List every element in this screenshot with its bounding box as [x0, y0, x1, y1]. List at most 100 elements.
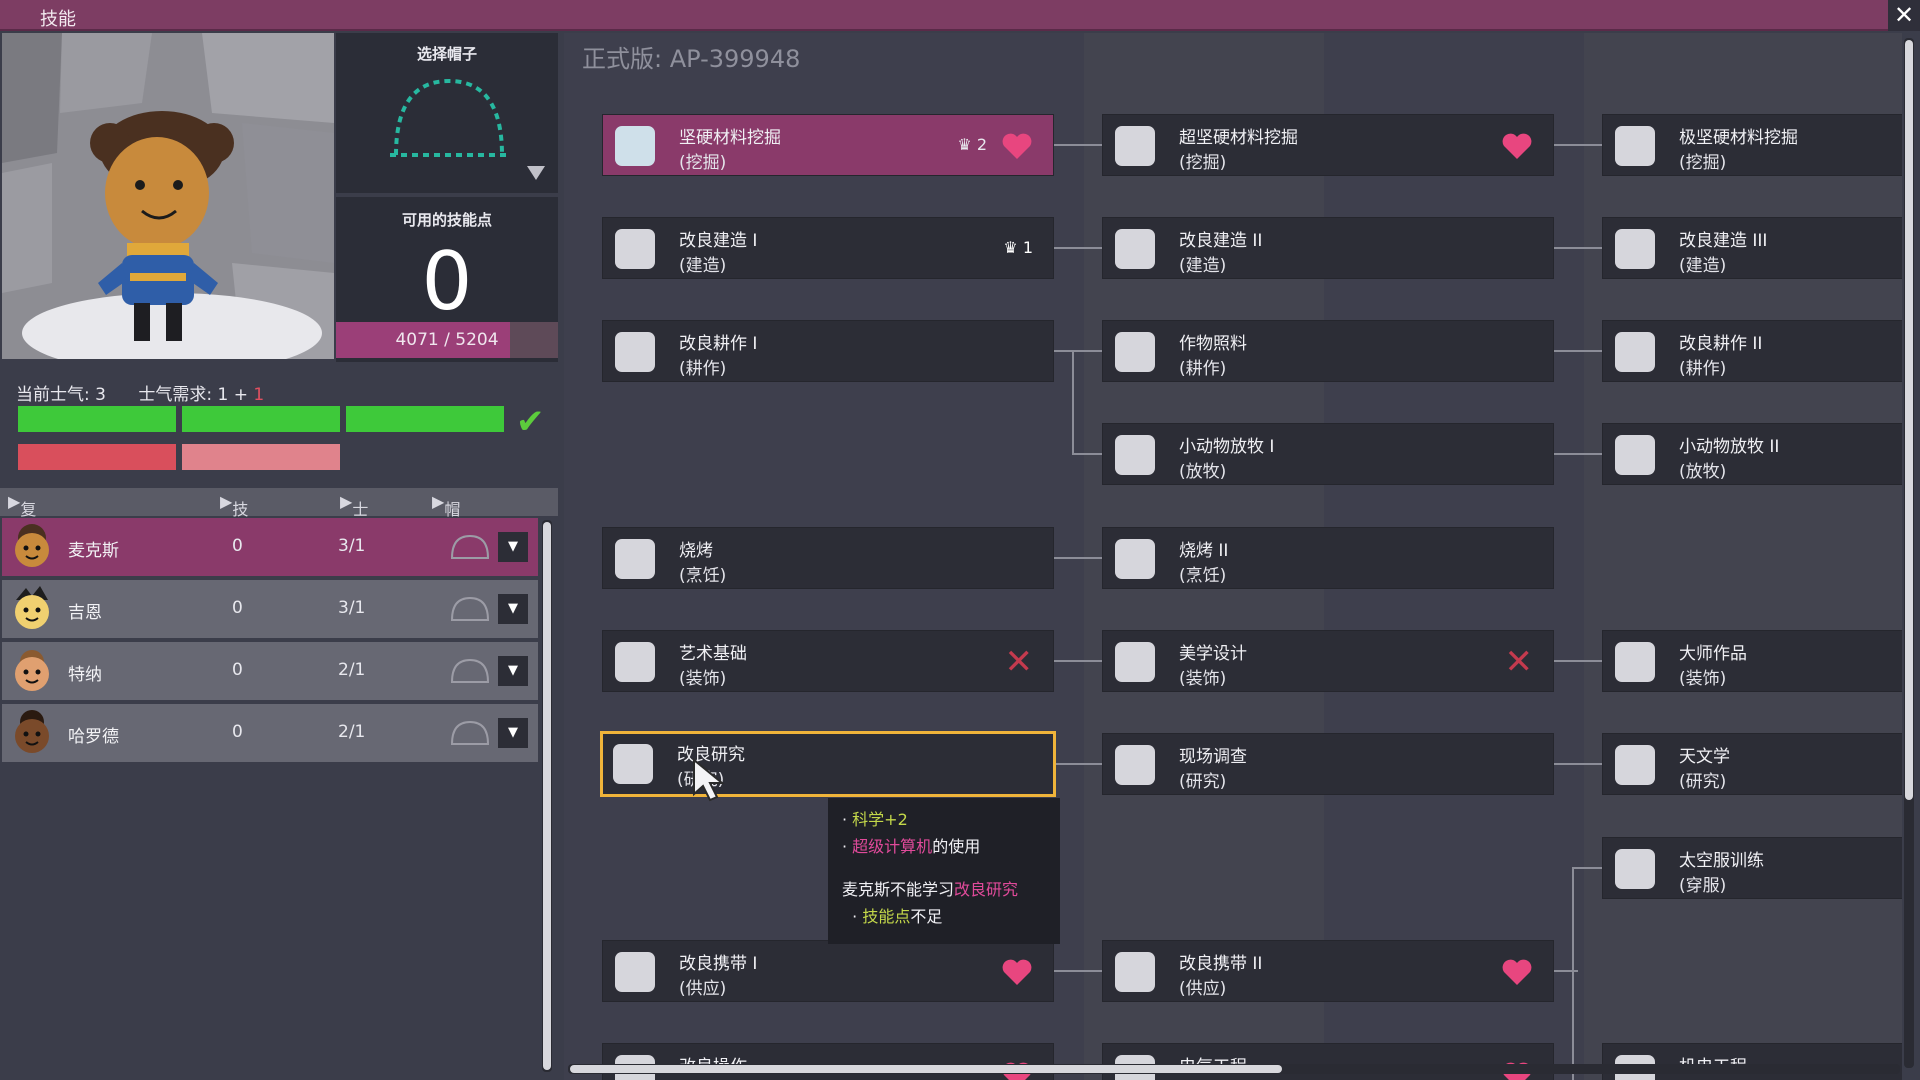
- skill-name: 现场调查: [1179, 747, 1247, 767]
- dupe-row[interactable]: 麦克斯 0 3/1 ▼: [2, 518, 538, 576]
- skill-building-3[interactable]: 改良建造 III (建造): [1602, 217, 1902, 279]
- hat-dropdown-button[interactable]: ▼: [498, 594, 528, 624]
- scrollbar-thumb[interactable]: [543, 522, 551, 1070]
- heart-icon: [1002, 959, 1032, 985]
- skill-name: 改良携带 II: [1179, 954, 1263, 974]
- skill-art-1[interactable]: 艺术基础 (装饰) ✕: [602, 630, 1054, 692]
- chevron-down-icon[interactable]: [526, 165, 546, 181]
- skill-farming-2[interactable]: 改良耕作 II (耕作): [1602, 320, 1902, 382]
- sort-hat-header[interactable]: ▶ 帽子: [432, 492, 460, 543]
- skill-hard-digging[interactable]: 坚硬材料挖掘 (挖掘) ♛ 2: [602, 114, 1054, 176]
- hat-dropdown-button[interactable]: ▼: [498, 718, 528, 748]
- skill-count: ♛ 2: [957, 135, 987, 154]
- skill-electrical[interactable]: 电气工程: [1102, 1043, 1554, 1080]
- skill-group: (挖掘): [1679, 153, 1727, 173]
- dupe-list-scrollbar[interactable]: [542, 520, 552, 1072]
- skill-connector: [1554, 660, 1602, 662]
- skill-name: 烧烤 II: [1179, 541, 1229, 561]
- empty-hat-icon: [450, 658, 490, 683]
- research-icon: [1115, 745, 1155, 785]
- skill-count-value: 2: [976, 135, 987, 154]
- skill-group: (放牧): [1679, 462, 1727, 482]
- skill-tree-vertical-scrollbar[interactable]: [1904, 38, 1914, 1068]
- skill-group: (供应): [679, 979, 727, 999]
- chevron-down-icon: ▼: [508, 601, 518, 616]
- pickaxe-icon: [1115, 126, 1155, 166]
- tooltip-line: · 超级计算机的使用: [842, 837, 981, 856]
- tooltip-reason: 技能点: [862, 907, 911, 926]
- sort-points-header[interactable]: ▶ 技能点: [220, 492, 248, 567]
- skill-art-2[interactable]: 美学设计 (装饰) ✕: [1102, 630, 1554, 692]
- tooltip-spacer: [842, 860, 1046, 876]
- chevron-down-icon: ▼: [508, 663, 518, 678]
- scrollbar-thumb[interactable]: [570, 1065, 1282, 1073]
- sort-morale-header[interactable]: ▶ 士气: [340, 492, 368, 543]
- chevron-down-icon: ▼: [508, 539, 518, 554]
- skill-group: (挖掘): [1179, 153, 1227, 173]
- skill-connector: [1572, 867, 1574, 1080]
- skill-carrying-1[interactable]: 改良携带 I (供应): [602, 940, 1054, 1002]
- tooltip-skill: 改良研究: [954, 880, 1019, 899]
- skill-group: (建造): [1679, 256, 1727, 276]
- skill-connector: [1554, 763, 1602, 765]
- hat-dropdown-button[interactable]: ▼: [498, 532, 528, 562]
- skill-ranching-2[interactable]: 小动物放牧 II (放牧): [1602, 423, 1902, 485]
- skill-cooking-2[interactable]: 烧烤 II (烹饪): [1102, 527, 1554, 589]
- avatar: [15, 650, 49, 691]
- sort-dupe-header[interactable]: ▶ 复制人: [8, 492, 36, 567]
- paintbrush-icon: [1115, 642, 1155, 682]
- skill-mechatronics[interactable]: 机电工程: [1602, 1043, 1902, 1080]
- tooltip-stat: 科学+2: [852, 810, 908, 829]
- hammer-icon: [615, 229, 655, 269]
- scrollbar-thumb[interactable]: [1905, 40, 1913, 800]
- dupe-skill-points: 0: [232, 660, 243, 680]
- skill-research-1[interactable]: 改良研究 (研究): [600, 731, 1056, 797]
- skill-crop-tending[interactable]: 作物照料 (耕作): [1102, 320, 1554, 382]
- window-title: 技能: [40, 9, 76, 30]
- skill-group: (研究): [1179, 772, 1227, 792]
- skill-group: (烹饪): [679, 566, 727, 586]
- paintbrush-icon: [615, 642, 655, 682]
- skill-field-research[interactable]: 现场调查 (研究): [1102, 733, 1554, 795]
- skill-carrying-2[interactable]: 改良携带 II (供应): [1102, 940, 1554, 1002]
- dupe-row[interactable]: 哈罗德 0 2/1 ▼: [2, 704, 538, 762]
- skill-name: 改良建造 II: [1179, 231, 1263, 251]
- pickaxe-icon: [615, 126, 655, 166]
- skill-operating[interactable]: 改良操作: [602, 1043, 1054, 1080]
- xp-progress-bar: 4071 / 5204: [336, 322, 558, 358]
- skill-building-2[interactable]: 改良建造 II (建造): [1102, 217, 1554, 279]
- skill-superhard-digging[interactable]: 超坚硬材料挖掘 (挖掘): [1102, 114, 1554, 176]
- empty-hat-icon: [450, 534, 490, 559]
- skill-cooking-1[interactable]: 烧烤 (烹饪): [602, 527, 1054, 589]
- skill-ranching-1[interactable]: 小动物放牧 I (放牧): [1102, 423, 1554, 485]
- dupe-skill-points: 0: [232, 536, 243, 556]
- skill-extreme-digging[interactable]: 极坚硬材料挖掘 (挖掘): [1602, 114, 1902, 176]
- skill-art-3[interactable]: 大师作品 (装饰): [1602, 630, 1902, 692]
- skill-tree-horizontal-scrollbar[interactable]: [568, 1064, 1900, 1074]
- skill-suit-training[interactable]: 太空服训练 (穿服): [1602, 837, 1902, 899]
- skill-group: (建造): [679, 256, 727, 276]
- farming-icon: [1115, 332, 1155, 372]
- skill-group: (研究): [1679, 772, 1727, 792]
- dupe-row[interactable]: 吉恩 0 3/1 ▼: [2, 580, 538, 638]
- dupe-row[interactable]: 特纳 0 2/1 ▼: [2, 642, 538, 700]
- skill-group: (挖掘): [679, 153, 727, 173]
- tooltip-text: 的使用: [932, 837, 981, 856]
- morale-requirement-label: 士气需求: 1 +: [138, 385, 254, 405]
- research-icon: [613, 744, 653, 784]
- hat-dropdown-button[interactable]: ▼: [498, 656, 528, 686]
- skill-farming-1[interactable]: 改良耕作 I (耕作): [602, 320, 1054, 382]
- hat-select-panel[interactable]: 选择帽子: [336, 33, 558, 193]
- skill-name: 小动物放牧 I: [1179, 437, 1275, 457]
- skill-connector: [1054, 660, 1102, 662]
- portrait-illustration: [2, 33, 334, 359]
- skill-connector: [1072, 350, 1074, 454]
- skill-astronomy[interactable]: 天文学 (研究): [1602, 733, 1902, 795]
- close-button[interactable]: ✕: [1888, 0, 1920, 31]
- morale-requirement-segment: [18, 444, 176, 470]
- avatar: [15, 586, 49, 629]
- skill-building-1[interactable]: 改良建造 I (建造) ♛ 1: [602, 217, 1054, 279]
- crown-icon: ♛: [957, 135, 972, 154]
- skill-name: 改良耕作 II: [1679, 334, 1763, 354]
- empty-hat-icon: [450, 596, 490, 621]
